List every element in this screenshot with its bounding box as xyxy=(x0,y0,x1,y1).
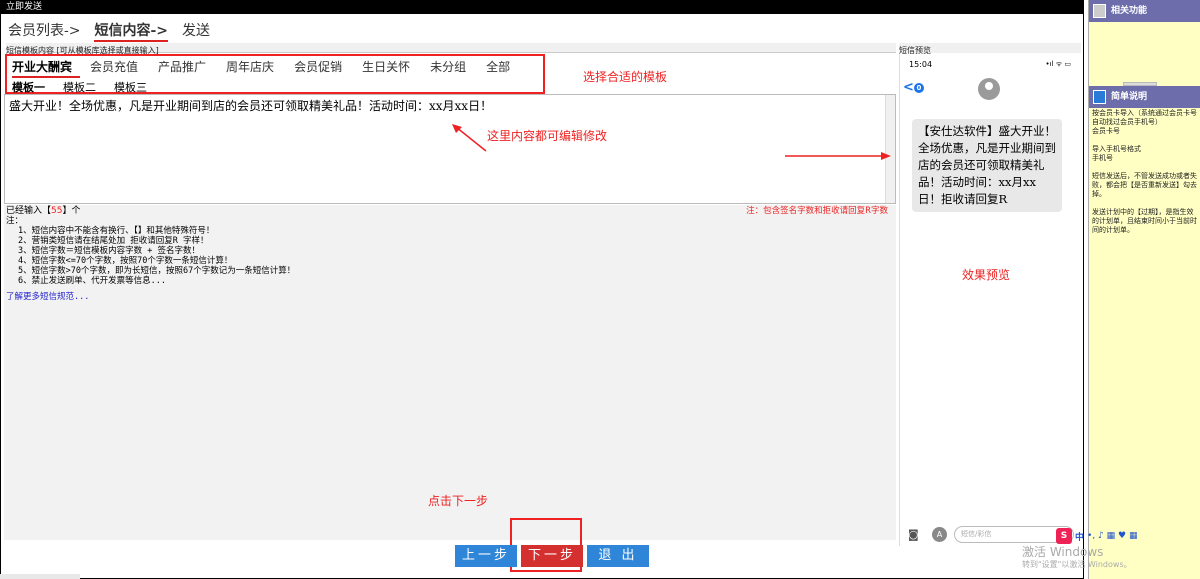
char-count-prefix: 已经输入【 xyxy=(6,206,52,216)
annotation-editable: 这里内容都可编辑修改 xyxy=(487,129,608,143)
tab-template-2[interactable]: 模板二 xyxy=(63,79,96,95)
tab-template-1[interactable]: 模板一 xyxy=(12,79,45,95)
arrow-to-preview-icon xyxy=(785,152,891,160)
rule-item: 1、短信内容中不能含有换行、【】和其他特殊符号！ xyxy=(18,226,215,236)
ime-mode-label: 中 xyxy=(1075,532,1085,543)
rule-item: 5、短信字数>70个字数，即为长短信，按照67个字数记为一条短信计算！ xyxy=(18,266,296,276)
ime-icons: •, ♪ ▦ ♥ ▦ xyxy=(1087,531,1138,541)
activation-watermark-sub: 转到"设置"以激活 Windows。 xyxy=(1022,560,1132,569)
tab-category-grand-opening[interactable]: 开业大酬宾 xyxy=(12,58,81,78)
phone-time: 15:04 xyxy=(909,60,933,69)
tab-category-anniversary[interactable]: 周年店庆 xyxy=(216,58,284,78)
char-count-suffix: 】个 xyxy=(62,206,81,216)
prev-step-button[interactable]: 上一步 xyxy=(455,545,517,567)
help-side-panel: 相关功能 简单说明 按会员卡导入（系统通过会员卡号自动找过会员手机号） 会员卡号… xyxy=(1088,0,1200,579)
back-badge: 0 xyxy=(913,82,924,93)
rule-item: 3、短信字数＝短信模板内容字数 + 签名字数！ xyxy=(18,246,200,256)
rule-item: 4、短信字数<=70个字数，按照70个字数一条短信计算！ xyxy=(18,256,233,266)
step-send[interactable]: 发送 xyxy=(182,20,210,42)
sms-preview-bubble: 【安仕达软件】盛大开业！全场优惠，凡是开业期间到店的会员还可领取精美礼品！活动时… xyxy=(912,119,1062,212)
related-functions-title: 相关功能 xyxy=(1111,6,1148,16)
help-text: 按会员卡导入（系统通过会员卡号自动找过会员手机号） 会员卡号 导入手机号格式 手… xyxy=(1092,109,1197,234)
step-sms-content[interactable]: 短信内容-> xyxy=(94,20,169,42)
count-hint: 注：包含签名字数和拒收请回复R字数 xyxy=(746,206,888,216)
arrow-to-editor-icon xyxy=(452,124,487,152)
camera-icon: ◙ xyxy=(908,528,919,541)
ime-toolbar[interactable]: S 中 •, ♪ ▦ ♥ ▦ xyxy=(1056,528,1137,544)
preview-header: 短信预览 xyxy=(899,43,1081,55)
back-icon: <0 xyxy=(903,80,924,95)
step-member-list[interactable]: 会员列表-> xyxy=(8,20,80,42)
back-arrow: < xyxy=(903,80,914,95)
tab-category-product-promo[interactable]: 产品推广 xyxy=(148,58,216,78)
tab-category-all[interactable]: 全部 xyxy=(476,58,520,78)
annotation-preview: 效果预览 xyxy=(962,268,1011,282)
wizard-buttons: 上一步 下一步 退 出 xyxy=(455,545,649,567)
annotation-click-next: 点击下一步 xyxy=(428,494,489,508)
message-input-bar: ◙ A 短信/彩信 xyxy=(906,526,1078,544)
notes-title: 注： xyxy=(6,216,24,226)
phone-status-icons: •ıl ᯤ ▭ xyxy=(1045,60,1071,68)
sms-content-text[interactable]: 盛大开业！全场优惠，凡是开业期间到店的会员还可领取精美礼品！活动时间：xx月xx… xyxy=(9,99,492,113)
rule-item: 2、营销类短信请在结尾处加 拒收请回复R 字样！ xyxy=(18,236,209,246)
related-functions-header[interactable]: 相关功能 xyxy=(1089,0,1200,22)
help-header[interactable]: 简单说明 xyxy=(1089,86,1200,108)
contact-avatar-icon xyxy=(978,78,1000,100)
exit-button[interactable]: 退 出 xyxy=(587,545,649,567)
tab-category-member-recharge[interactable]: 会员充值 xyxy=(80,58,148,78)
help-title: 简单说明 xyxy=(1111,92,1148,102)
activation-watermark: 激活 Windows xyxy=(1022,545,1104,559)
char-count-value: 55 xyxy=(51,206,63,216)
sogou-icon: S xyxy=(1056,528,1072,544)
help-diamond-icon xyxy=(1093,90,1106,104)
tab-template-3[interactable]: 模板三 xyxy=(114,79,147,95)
tab-category-member-promo[interactable]: 会员促销 xyxy=(284,58,352,78)
appstore-icon: A xyxy=(932,527,947,542)
tab-category-ungrouped[interactable]: 未分组 xyxy=(420,58,476,78)
phone-preview: 15:04 •ıl ᯤ ▭ <0 【安仕达软件】盛大开业！全场优惠，凡是开业期间… xyxy=(899,54,1081,546)
template-subtabs: 模板一 模板二 模板三 xyxy=(12,79,147,95)
status-strip xyxy=(0,574,80,579)
sms-notes-panel: 已经输入【55】个 注：包含签名字数和拒收请回复R字数 注： 1、短信内容中不能… xyxy=(4,205,896,540)
notebook-icon xyxy=(1093,4,1106,18)
sms-rules-link[interactable]: 了解更多短信规范... xyxy=(6,292,894,302)
next-step-button[interactable]: 下一步 xyxy=(521,545,583,567)
step-navigation: 会员列表-> 短信内容-> 发送 xyxy=(8,20,210,42)
template-category-tabs: 开业大酬宾 会员充值 产品推广 周年店庆 会员促销 生日关怀 未分组 全部 xyxy=(12,58,520,78)
template-section-header: 短信模板内容 [可从模板库选择或直接输入] xyxy=(6,43,896,55)
window-title: 立即发送 xyxy=(0,0,1084,14)
annotation-choose-template: 选择合适的模板 xyxy=(583,70,668,84)
tab-category-birthday[interactable]: 生日关怀 xyxy=(352,58,420,78)
rule-item: 6、禁止发送刷单、代开发票等信息... xyxy=(18,276,166,286)
editor-scrollbar[interactable] xyxy=(885,95,895,203)
